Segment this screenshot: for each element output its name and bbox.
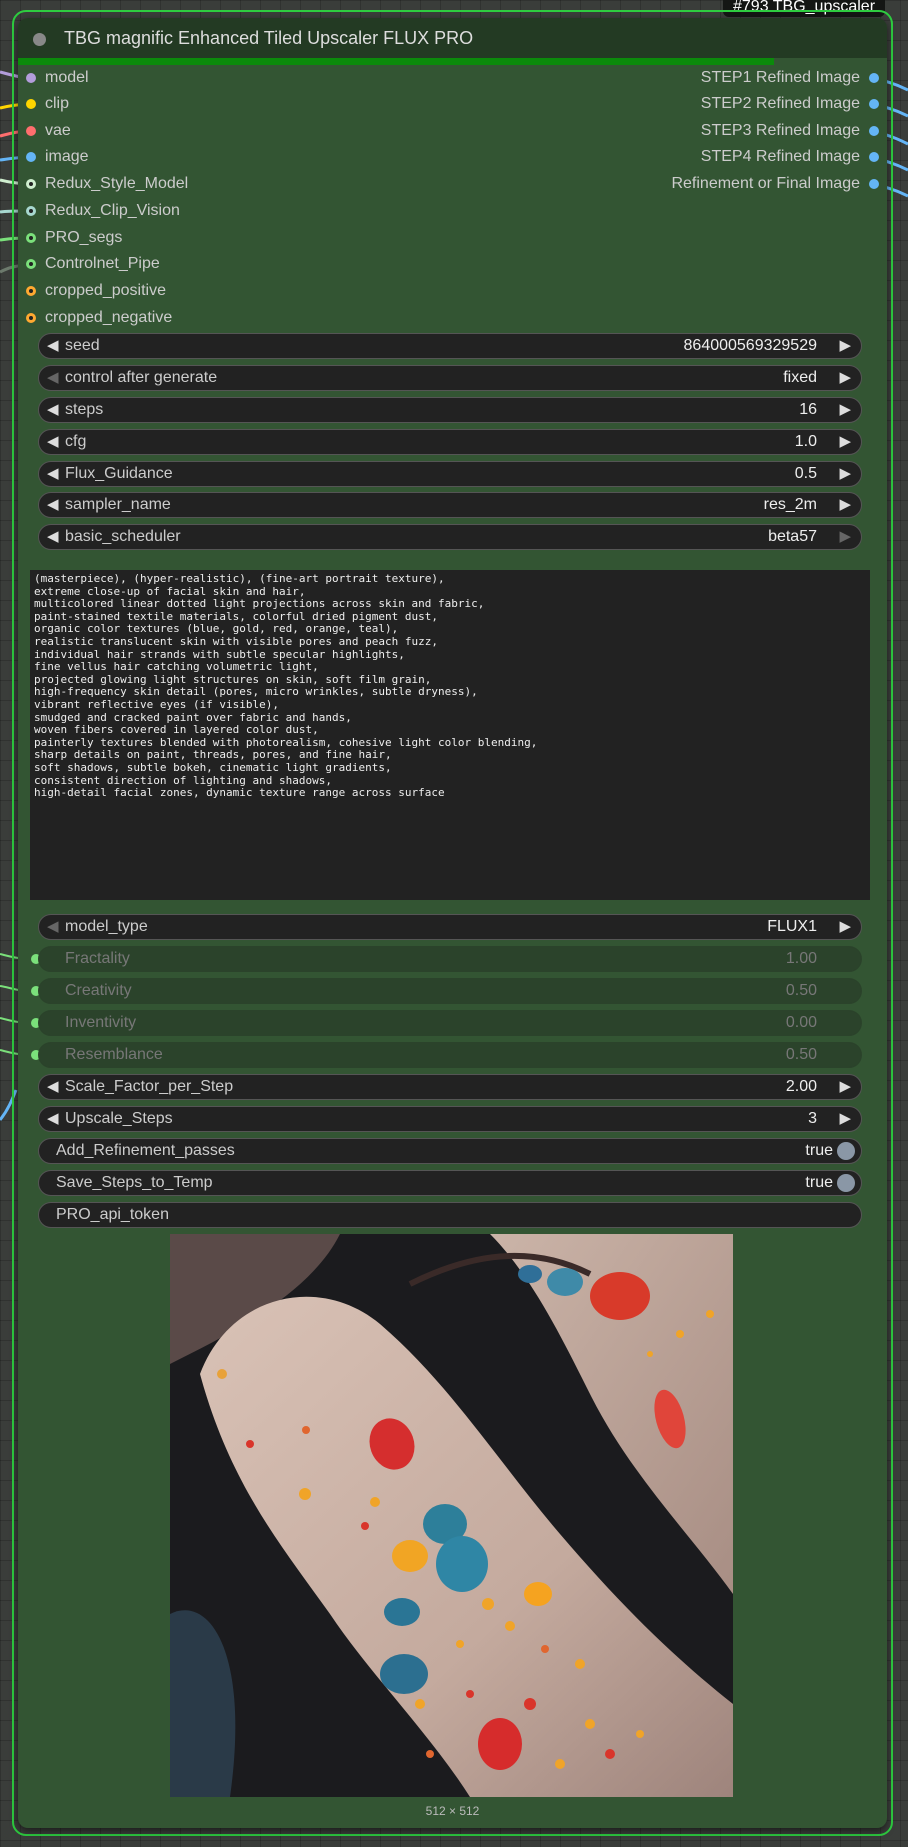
- output-slot-step4[interactable]: STEP4 Refined Image: [579, 147, 879, 167]
- toggle-knob-icon[interactable]: [837, 1174, 855, 1192]
- slot-ring-icon[interactable]: [26, 179, 36, 189]
- slot-ring-icon[interactable]: [26, 233, 36, 243]
- decrement-arrow-icon[interactable]: ◀: [47, 1075, 59, 1099]
- collapse-dot-icon[interactable]: [33, 33, 46, 46]
- decrement-arrow-icon[interactable]: ◀: [47, 398, 59, 422]
- save-steps-to-temp-toggle[interactable]: Save_Steps_to_Temp true: [38, 1170, 862, 1196]
- output-slot-step1[interactable]: STEP1 Refined Image: [579, 68, 879, 88]
- decrement-arrow-icon[interactable]: ◀: [47, 1107, 59, 1131]
- decrement-arrow-icon[interactable]: ◀: [47, 525, 59, 549]
- slot-dot-icon[interactable]: [869, 126, 879, 136]
- pro-api-token-field[interactable]: PRO_api_token: [38, 1202, 862, 1228]
- node-title: TBG magnific Enhanced Tiled Upscaler FLU…: [64, 28, 474, 48]
- model-type-widget[interactable]: ◀ model_type FLUX1 ▶: [38, 914, 862, 940]
- basic-scheduler-widget[interactable]: ◀ basic_scheduler beta57 ▶: [38, 524, 862, 550]
- output-slot-step2[interactable]: STEP2 Refined Image: [579, 94, 879, 114]
- increment-arrow-icon[interactable]: ▶: [839, 366, 851, 390]
- slot-dot-icon[interactable]: [869, 152, 879, 162]
- upscaler-node[interactable]: TBG magnific Enhanced Tiled Upscaler FLU…: [18, 18, 887, 1828]
- slot-dot-icon[interactable]: [26, 73, 36, 83]
- slot-dot-icon[interactable]: [869, 99, 879, 109]
- creativity-widget: Creativity 0.50: [38, 978, 862, 1004]
- increment-arrow-icon[interactable]: ▶: [839, 915, 851, 939]
- inventivity-widget: Inventivity 0.00: [38, 1010, 862, 1036]
- increment-arrow-icon[interactable]: ▶: [839, 493, 851, 517]
- execution-progress-bar: [18, 58, 775, 65]
- add-refinement-passes-toggle[interactable]: Add_Refinement_passes true: [38, 1138, 862, 1164]
- image-size-label: 512 × 512: [425, 1804, 480, 1818]
- increment-arrow-icon[interactable]: ▶: [839, 334, 851, 358]
- slot-dot-icon[interactable]: [869, 73, 879, 83]
- preview-image-drawing: [170, 1234, 733, 1797]
- prompt-textarea[interactable]: (masterpiece), (hyper-realistic), (fine-…: [30, 570, 870, 900]
- increment-arrow-icon[interactable]: ▶: [839, 430, 851, 454]
- flux-guidance-widget[interactable]: ◀ Flux_Guidance 0.5 ▶: [38, 461, 862, 487]
- decrement-arrow-icon[interactable]: ◀: [47, 915, 59, 939]
- increment-arrow-icon[interactable]: ▶: [839, 1075, 851, 1099]
- seed-widget[interactable]: ◀ seed 864000569329529 ▶: [38, 333, 862, 359]
- slot-dot-icon[interactable]: [26, 99, 36, 109]
- increment-arrow-icon[interactable]: ▶: [839, 525, 851, 549]
- output-slot-step3[interactable]: STEP3 Refined Image: [579, 121, 879, 141]
- decrement-arrow-icon[interactable]: ◀: [47, 334, 59, 358]
- fractality-widget: Fractality 1.00: [38, 946, 862, 972]
- slot-dot-icon[interactable]: [26, 152, 36, 162]
- control-after-generate-widget[interactable]: ◀ control after generate fixed ▶: [38, 365, 862, 391]
- upscale-steps-widget[interactable]: ◀ Upscale_Steps 3 ▶: [38, 1106, 862, 1132]
- decrement-arrow-icon[interactable]: ◀: [47, 366, 59, 390]
- slot-ring-icon[interactable]: [26, 206, 36, 216]
- slot-dot-icon[interactable]: [869, 179, 879, 189]
- slot-ring-icon[interactable]: [26, 313, 36, 323]
- steps-widget[interactable]: ◀ steps 16 ▶: [38, 397, 862, 423]
- decrement-arrow-icon[interactable]: ◀: [47, 462, 59, 486]
- slot-ring-icon[interactable]: [26, 286, 36, 296]
- sampler-name-widget[interactable]: ◀ sampler_name res_2m ▶: [38, 492, 862, 518]
- output-slot-final-image[interactable]: Refinement or Final Image: [579, 174, 879, 194]
- decrement-arrow-icon[interactable]: ◀: [47, 430, 59, 454]
- decrement-arrow-icon[interactable]: ◀: [47, 493, 59, 517]
- cfg-widget[interactable]: ◀ cfg 1.0 ▶: [38, 429, 862, 455]
- resemblance-widget: Resemblance 0.50: [38, 1042, 862, 1068]
- increment-arrow-icon[interactable]: ▶: [839, 462, 851, 486]
- preview-image: [170, 1234, 733, 1797]
- slot-ring-icon[interactable]: [26, 259, 36, 269]
- scale-factor-widget[interactable]: ◀ Scale_Factor_per_Step 2.00 ▶: [38, 1074, 862, 1100]
- increment-arrow-icon[interactable]: ▶: [839, 398, 851, 422]
- node-title-bar[interactable]: TBG magnific Enhanced Tiled Upscaler FLU…: [18, 18, 887, 58]
- slot-dot-icon[interactable]: [26, 126, 36, 136]
- increment-arrow-icon[interactable]: ▶: [839, 1107, 851, 1131]
- toggle-knob-icon[interactable]: [837, 1142, 855, 1160]
